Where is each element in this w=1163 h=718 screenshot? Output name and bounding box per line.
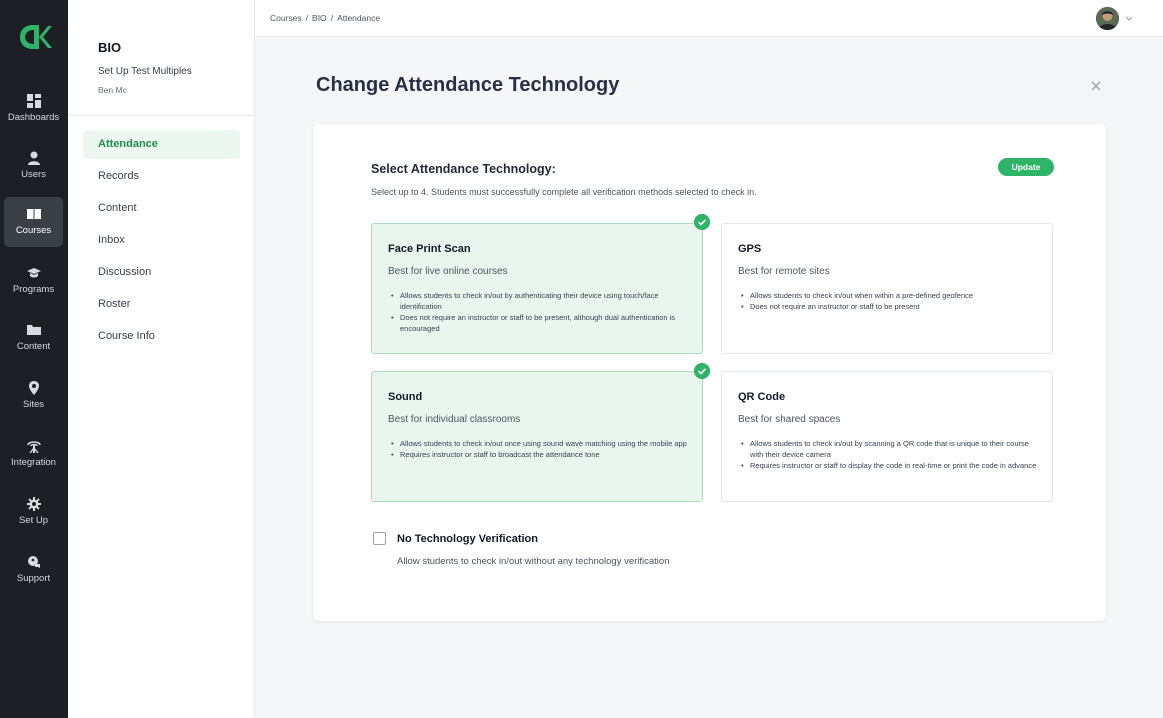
avatar[interactable] [1096, 7, 1119, 30]
option-card-face-print-scan[interactable]: Face Print Scan Best for live online cou… [371, 223, 703, 354]
option-card-sound[interactable]: Sound Best for individual classrooms All… [371, 371, 703, 502]
rail-item-sites[interactable]: Sites [4, 371, 63, 421]
option-title: Sound [388, 391, 423, 403]
ck-logo[interactable] [16, 24, 52, 50]
option-bullets: Allows students to check in/out once usi… [388, 438, 688, 460]
page-title: Change Attendance Technology [316, 74, 620, 96]
rail-item-dashboards[interactable]: Dashboards [4, 84, 63, 134]
option-subtitle: Best for individual classrooms [388, 414, 521, 425]
rail-item-set-up[interactable]: Set Up [4, 487, 63, 537]
rail-item-label: Courses [15, 225, 52, 236]
option-bullet: Allows students to check in/out once usi… [388, 438, 688, 449]
rail-item-courses[interactable]: Courses [4, 197, 63, 247]
rail-item-integration[interactable]: Integration [4, 429, 63, 479]
no-technology-title: No Technology Verification [397, 533, 538, 545]
attendance-tech-panel: Select Attendance Technology: Select up … [313, 124, 1106, 621]
sidebar-item-records[interactable]: Records [83, 162, 240, 191]
sidebar-item-content[interactable]: Content [83, 194, 240, 223]
app-rail: Dashboards Users Courses Programs Conten… [0, 0, 68, 718]
section-title: Select Attendance Technology: [371, 162, 556, 176]
breadcrumb-current: Attendance [337, 13, 381, 23]
rail-item-label: Support [16, 573, 51, 584]
breadcrumb: Courses / BIO / Attendance [270, 13, 380, 23]
rail-item-users[interactable]: Users [4, 141, 63, 191]
top-bar: Courses / BIO / Attendance [255, 0, 1163, 37]
option-bullet: Requires instructor or staff to display … [738, 460, 1038, 471]
avatar-image [1096, 7, 1119, 30]
graduation-cap-icon [27, 268, 41, 278]
option-subtitle: Best for live online courses [388, 266, 508, 277]
user-icon [28, 151, 40, 165]
rail-item-programs[interactable]: Programs [4, 256, 63, 306]
option-bullets: Allows students to check in/out when wit… [738, 290, 1038, 312]
support-chat-icon [28, 556, 40, 568]
sidebar-item-course-info[interactable]: Course Info [83, 322, 240, 351]
rail-item-label: Set Up [18, 515, 49, 526]
rail-item-support[interactable]: Support [4, 545, 63, 595]
dashboard-icon [27, 94, 41, 108]
course-header: BIO Set Up Test Multiples Ben Mc [68, 0, 254, 116]
rail-item-label: Sites [22, 399, 45, 410]
option-bullet: Requires instructor or staff to broadcas… [388, 449, 688, 460]
rail-item-label: Content [16, 341, 51, 352]
check-circle-icon [694, 363, 710, 379]
map-pin-icon [29, 381, 39, 395]
book-icon [27, 209, 41, 220]
sidebar-item-inbox[interactable]: Inbox [83, 226, 240, 255]
breadcrumb-courses[interactable]: Courses [270, 13, 302, 23]
sidebar-item-roster[interactable]: Roster [83, 290, 240, 319]
option-title: GPS [738, 243, 762, 255]
breadcrumb-course[interactable]: BIO [312, 13, 327, 23]
option-title: QR Code [738, 391, 786, 403]
section-subtitle: Select up to 4. Students must successful… [371, 187, 757, 197]
option-bullets: Allows students to check in/out by scann… [738, 438, 1038, 471]
close-icon[interactable] [1089, 79, 1103, 93]
folder-icon [27, 325, 41, 335]
no-technology-subtitle: Allow students to check in/out without a… [397, 556, 670, 567]
no-technology-checkbox[interactable] [373, 532, 386, 545]
course-name: Set Up Test Multiples [98, 66, 192, 77]
rail-item-content[interactable]: Content [4, 313, 63, 363]
option-bullet: Does not require an instructor or staff … [738, 301, 1038, 312]
gear-icon [27, 497, 41, 511]
check-circle-icon [694, 214, 710, 230]
course-owner: Ben Mc [98, 85, 127, 95]
chevron-down-icon[interactable] [1124, 13, 1134, 23]
sidebar-item-attendance[interactable]: Attendance [83, 130, 240, 159]
sidebar-item-discussion[interactable]: Discussion [83, 258, 240, 287]
option-bullets: Allows students to check in/out by authe… [388, 290, 688, 334]
rail-item-label: Integration [11, 457, 56, 468]
option-subtitle: Best for shared spaces [738, 414, 841, 425]
course-sidebar: BIO Set Up Test Multiples Ben Mc Attenda… [68, 0, 255, 718]
integration-icon [27, 441, 41, 453]
option-subtitle: Best for remote sites [738, 266, 830, 277]
option-bullet: Does not require an instructor or staff … [388, 312, 688, 334]
breadcrumb-separator: / [330, 13, 334, 23]
option-bullet: Allows students to check in/out when wit… [738, 290, 1038, 301]
option-title: Face Print Scan [388, 243, 471, 255]
rail-item-label: Programs [12, 284, 55, 295]
option-card-qr-code[interactable]: QR Code Best for shared spaces Allows st… [721, 371, 1053, 502]
breadcrumb-separator: / [305, 13, 309, 23]
update-button[interactable]: Update [998, 158, 1054, 176]
option-bullet: Allows students to check in/out by authe… [388, 290, 688, 312]
option-card-gps[interactable]: GPS Best for remote sites Allows student… [721, 223, 1053, 354]
rail-item-label: Dashboards [7, 112, 60, 123]
option-bullet: Allows students to check in/out by scann… [738, 438, 1038, 460]
course-code: BIO [98, 40, 122, 55]
rail-item-label: Users [21, 169, 46, 180]
